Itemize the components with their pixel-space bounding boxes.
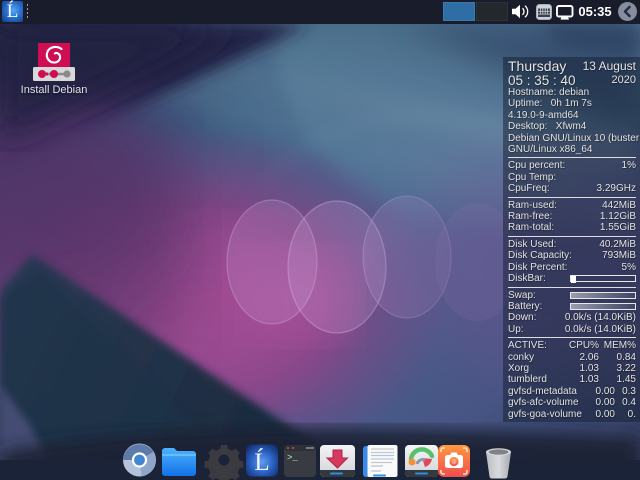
svg-text:Ĺ: Ĺ [254, 448, 269, 476]
svg-text:>_: >_ [287, 453, 298, 463]
